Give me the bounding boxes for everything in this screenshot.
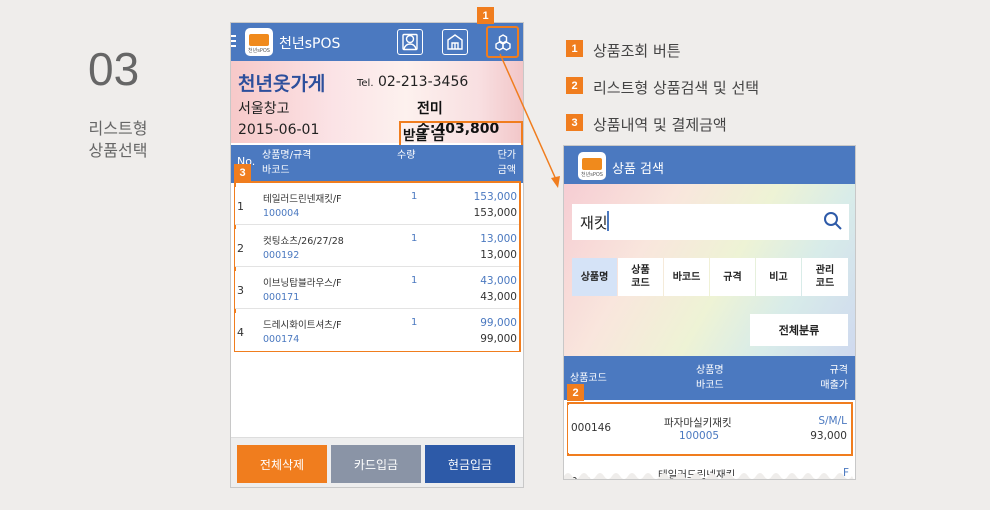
row-amount: 99,000	[480, 333, 517, 345]
delete-all-button[interactable]: 전체삭제	[237, 445, 327, 483]
result-spec: S/M/L	[818, 415, 847, 427]
store-name: 천년옷가게	[238, 73, 326, 95]
person-icon	[402, 33, 418, 51]
filter-barcode[interactable]: 바코드	[664, 258, 709, 296]
row-qty: 1	[411, 233, 418, 244]
menu-icon[interactable]	[231, 35, 236, 49]
sale-date: 2015-06-01	[238, 122, 320, 138]
search-input[interactable]	[572, 204, 849, 240]
row-name: 드레시화이트셔츠/F	[263, 320, 342, 331]
legend-text-1: 상품조회 버튼	[593, 42, 681, 60]
result-code: 000146	[571, 422, 612, 434]
row-code: 000174	[263, 334, 300, 345]
items-table-header: No. 상품명/규격 바코드 수량 단가 금액	[231, 145, 523, 183]
result-row[interactable]: 000146 파자마실키재킷 100005 S/M/L 93,000	[568, 405, 851, 453]
warehouse-button[interactable]	[442, 29, 468, 55]
legend-badge-2: 2	[566, 77, 583, 94]
filter-note[interactable]: 비고	[756, 258, 801, 296]
result-barcode: 100005	[679, 430, 720, 442]
result-price: 93,000	[810, 430, 847, 442]
pos-screen: 천년sPOS 천년sPOS 천년옷가게 Tel. 02-213-3456 서울창…	[230, 22, 524, 488]
result-table-header: 상품코드 상품명 바코드 규격 매출가	[564, 356, 855, 400]
legend-text-3: 상품내역 및 결제금액	[593, 116, 727, 134]
search-title: 상품 검색	[612, 162, 664, 177]
result-name: 파자마실키재킷	[664, 417, 732, 429]
row-code: 100004	[263, 208, 300, 219]
cash-payment-button[interactable]: 현금입금	[425, 445, 515, 483]
badge-1: 1	[477, 7, 494, 24]
app-logo-text: 천년sPOS	[248, 48, 270, 54]
filter-spec[interactable]: 규격	[710, 258, 755, 296]
col-qty: 수량	[397, 150, 416, 161]
store-tel: Tel. 02-213-3456	[357, 74, 468, 90]
row-amount: 153,000	[473, 207, 517, 219]
row-code: 000171	[263, 292, 300, 303]
row-no: 4	[237, 326, 244, 339]
search-header	[564, 146, 855, 184]
filter-product-code[interactable]: 상품 코드	[618, 258, 663, 296]
app-logo-text: 천년sPOS	[581, 172, 603, 178]
boxes-icon	[494, 34, 511, 51]
step-title-line2: 상품선택	[88, 141, 148, 160]
tel-number: 02-213-3456	[377, 74, 469, 90]
legend-badge-3: 3	[566, 114, 583, 131]
product-search-screen: 천년sPOS 상품 검색 재킷 상품명 상품 코드 바코드 규격 비고 관리 코…	[563, 145, 856, 480]
row-no: 1	[237, 200, 244, 213]
all-category-button[interactable]: 전체분류	[750, 314, 848, 346]
col-name: 상품명/규격	[262, 150, 312, 161]
legend-badge-1: 1	[566, 40, 583, 57]
step-number: 03	[88, 43, 140, 95]
search-query: 재킷	[580, 214, 608, 232]
customer-button[interactable]	[397, 29, 423, 55]
col-sale-price: 매출가	[820, 380, 848, 391]
row-price: 13,000	[480, 233, 517, 245]
table-row[interactable]: 4 드레시화이트셔츠/F 000174 1 99,000 99,000	[235, 313, 519, 351]
row-name: 테일러드린넨재킷/F	[263, 194, 342, 205]
badge-2: 2	[567, 384, 584, 401]
step-title: 리스트형 상품선택	[68, 118, 168, 162]
row-code: 000192	[263, 250, 300, 261]
row-amount: 13,000	[480, 249, 517, 261]
badge-3: 3	[234, 164, 251, 181]
search-icon[interactable]	[823, 211, 843, 231]
torn-edge	[564, 473, 854, 479]
col-spec: 규격	[829, 365, 848, 376]
step-title-line1: 리스트형	[88, 119, 148, 138]
warehouse-name: 서울창고	[238, 101, 290, 117]
app-title: 천년sPOS	[279, 36, 341, 52]
building-icon	[447, 34, 463, 50]
table-row[interactable]: 2 컷팅쇼츠/26/27/28 000192 1 13,000 13,000	[235, 229, 519, 267]
app-header	[231, 23, 523, 61]
row-no: 2	[237, 242, 244, 255]
text-cursor	[607, 211, 609, 231]
row-no: 3	[237, 284, 244, 297]
row-qty: 1	[411, 317, 418, 328]
col-barcode: 바코드	[262, 165, 290, 176]
row-price: 43,000	[480, 275, 517, 287]
row-qty: 1	[411, 275, 418, 286]
card-payment-button[interactable]: 카드입금	[331, 445, 421, 483]
table-row[interactable]: 1 테일러드린넨재킷/F 100004 1 153,000 153,000	[235, 187, 519, 225]
filter-mgmt-code[interactable]: 관리 코드	[802, 258, 848, 296]
legend-text-2: 리스트형 상품검색 및 선택	[593, 79, 760, 97]
row-price: 153,000	[473, 191, 517, 203]
filter-product-name[interactable]: 상품명	[572, 258, 617, 296]
row-qty: 1	[411, 191, 418, 202]
row-name: 이브닝탑블라우스/F	[263, 278, 342, 289]
col-barcode: 바코드	[696, 380, 724, 391]
row-price: 99,000	[480, 317, 517, 329]
col-name: 상품명	[696, 365, 724, 376]
app-logo: 천년sPOS	[578, 152, 606, 180]
pointer-arrow	[499, 53, 560, 188]
app-logo: 천년sPOS	[245, 28, 273, 56]
tel-label: Tel.	[357, 78, 374, 89]
row-name: 컷팅쇼츠/26/27/28	[263, 236, 344, 247]
row-amount: 43,000	[480, 291, 517, 303]
table-row[interactable]: 3 이브닝탑블라우스/F 000171 1 43,000 43,000	[235, 271, 519, 309]
